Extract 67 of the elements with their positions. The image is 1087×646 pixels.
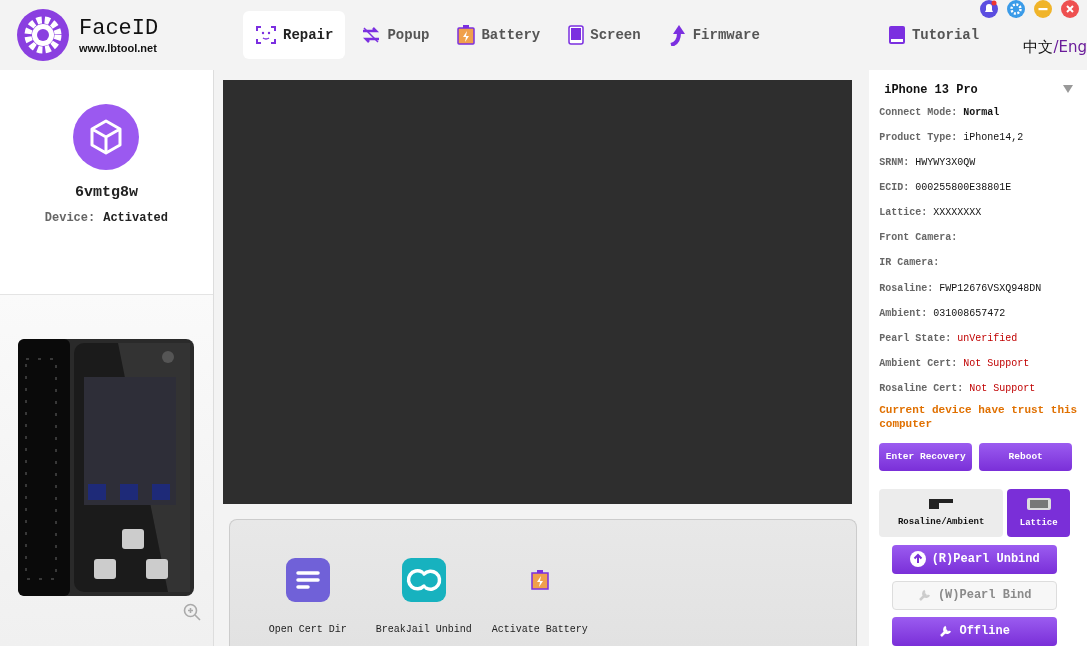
tool-button[interactable]: Open Cert Dir	[253, 557, 362, 646]
close-icon[interactable]	[1061, 0, 1079, 18]
info-value: iPhone14,2	[963, 132, 1024, 143]
minimize-icon[interactable]	[1034, 0, 1052, 18]
nav-tab[interactable]: Firmware	[656, 11, 772, 59]
wrench-icon	[939, 624, 954, 639]
tool-button[interactable]: BreakJail Unbind	[369, 557, 478, 646]
trust-message: Current device have trust this computer	[879, 402, 1079, 431]
info-value: Not Support	[969, 382, 1036, 394]
info-label: Pearl State:	[879, 332, 952, 344]
info-value: HWYWY3X0QW	[915, 157, 976, 169]
info-label: Ambient:	[879, 307, 928, 319]
nav-tab[interactable]: Screen	[556, 11, 653, 59]
device-status-label: Device:	[44, 211, 96, 225]
zoom-in-icon[interactable]	[182, 603, 201, 621]
dropdown-arrow-icon	[1063, 84, 1073, 93]
action-button[interactable]: (R)Pearl Unbind	[892, 544, 1058, 574]
gear-logo-icon	[17, 9, 69, 61]
battery-icon	[530, 569, 549, 590]
nav-tab[interactable]: Popup	[349, 11, 442, 59]
book-icon	[887, 25, 906, 45]
app-name: FaceID	[79, 16, 159, 42]
swap-arrows-icon	[361, 25, 382, 45]
tablet-icon	[568, 25, 585, 45]
document-lines-icon	[285, 557, 330, 602]
bell-icon[interactable]	[980, 0, 998, 18]
info-label: Lattice:	[879, 207, 928, 219]
sensor-icon	[929, 498, 954, 509]
curved-arrow-icon	[668, 24, 687, 46]
info-label: ECID:	[879, 182, 910, 194]
sensor-tab[interactable]: Lattice	[1007, 488, 1071, 537]
info-label: Front Camera:	[879, 232, 958, 244]
device-name: 6vmtg8w	[74, 184, 138, 201]
info-value: Normal	[963, 106, 1000, 118]
language-option[interactable]: Eng	[1058, 38, 1087, 57]
sensor-tab[interactable]: Rosaline/Ambient	[879, 488, 1004, 537]
info-value: FWP12676VSXQ948DN	[939, 282, 1042, 294]
action-button[interactable]: Offline	[892, 616, 1058, 646]
action-button[interactable]: Enter Recovery	[879, 442, 973, 471]
action-button[interactable]: Reboot	[979, 442, 1073, 471]
link-loop-icon	[401, 557, 446, 602]
nav-tab[interactable]: Battery	[445, 11, 553, 59]
language-separator: /	[1053, 38, 1059, 57]
info-label: IR Camera:	[879, 257, 940, 269]
language-option[interactable]: 中文	[1023, 38, 1054, 57]
info-label: Rosaline Cert:	[879, 382, 964, 394]
website-url: www.lbtool.net	[79, 42, 158, 54]
info-label: Connect Mode:	[879, 106, 958, 118]
info-label: Product Type:	[879, 132, 958, 143]
info-value: Not Support	[963, 357, 1030, 369]
chip-icon	[1026, 497, 1051, 510]
device-status: Activated	[103, 211, 168, 225]
cube-icon	[73, 104, 140, 170]
info-value: 031008657472	[933, 307, 1006, 319]
tool-button[interactable]: Activate Battery	[485, 557, 594, 646]
settings-icon[interactable]	[1007, 0, 1025, 18]
info-value: XXXXXXXX	[933, 207, 982, 219]
battery-icon	[457, 25, 476, 45]
info-value: 000255800E38801E	[915, 182, 1012, 194]
info-label: Rosaline:	[879, 282, 934, 294]
face-scan-icon	[255, 24, 277, 46]
info-value: unVerified	[957, 332, 1018, 344]
nav-tab[interactable]: Repair	[243, 11, 346, 59]
wrench-icon	[917, 588, 932, 603]
info-label: Ambient Cert:	[879, 357, 958, 369]
model-dropdown[interactable]: iPhone 13 Pro	[879, 80, 1087, 100]
info-label: SRNM:	[879, 157, 910, 169]
